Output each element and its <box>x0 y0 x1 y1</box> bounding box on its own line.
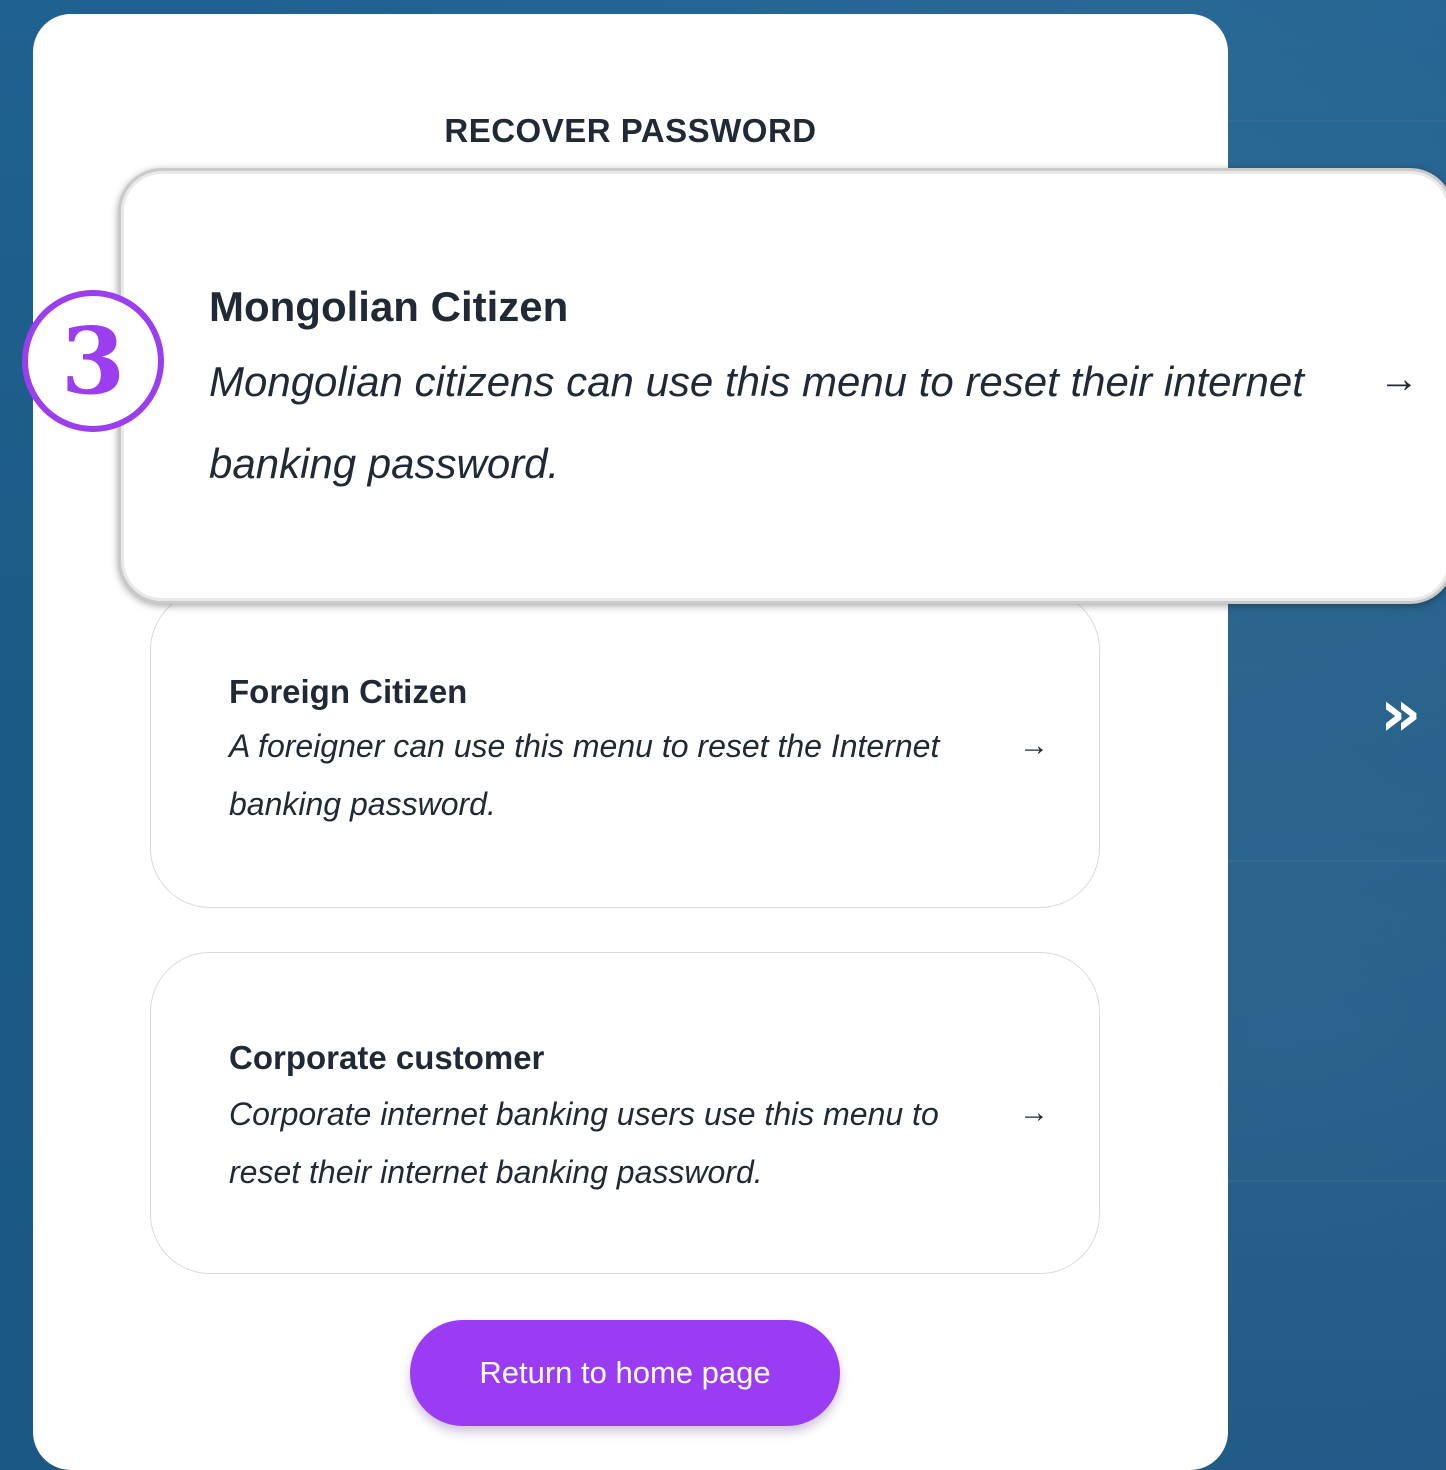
option-title: Corporate customer <box>229 1039 545 1076</box>
background-texture <box>1228 1180 1446 1182</box>
double-chevron-right-icon: » <box>1380 677 1421 751</box>
arrow-right-icon: → <box>1379 357 1419 401</box>
option-description: A foreigner can use this menu to reset t… <box>229 728 940 822</box>
background-texture <box>1228 860 1446 862</box>
option-title: Foreign Citizen <box>229 673 468 710</box>
step-number-badge: 3 <box>22 290 164 432</box>
background-texture <box>1228 120 1446 122</box>
arrow-right-icon: → <box>1019 729 1049 762</box>
arrow-right-icon: → <box>1019 1096 1049 1129</box>
page-title: RECOVER PASSWORD <box>444 112 817 149</box>
return-to-home-button[interactable]: Return to home page <box>410 1320 840 1426</box>
option-card-mongolian-citizen[interactable]: Mongolian Citizen Mongolian citizens can… <box>118 168 1446 604</box>
option-description: Mongolian citizens can use this menu to … <box>209 358 1304 487</box>
option-card-foreign-citizen[interactable]: Foreign Citizen A foreigner can use this… <box>150 590 1100 908</box>
option-description: Corporate internet banking users use thi… <box>229 1096 939 1190</box>
option-card-corporate-customer[interactable]: Corporate customer Corporate internet ba… <box>150 952 1100 1274</box>
option-title: Mongolian Citizen <box>209 283 569 330</box>
